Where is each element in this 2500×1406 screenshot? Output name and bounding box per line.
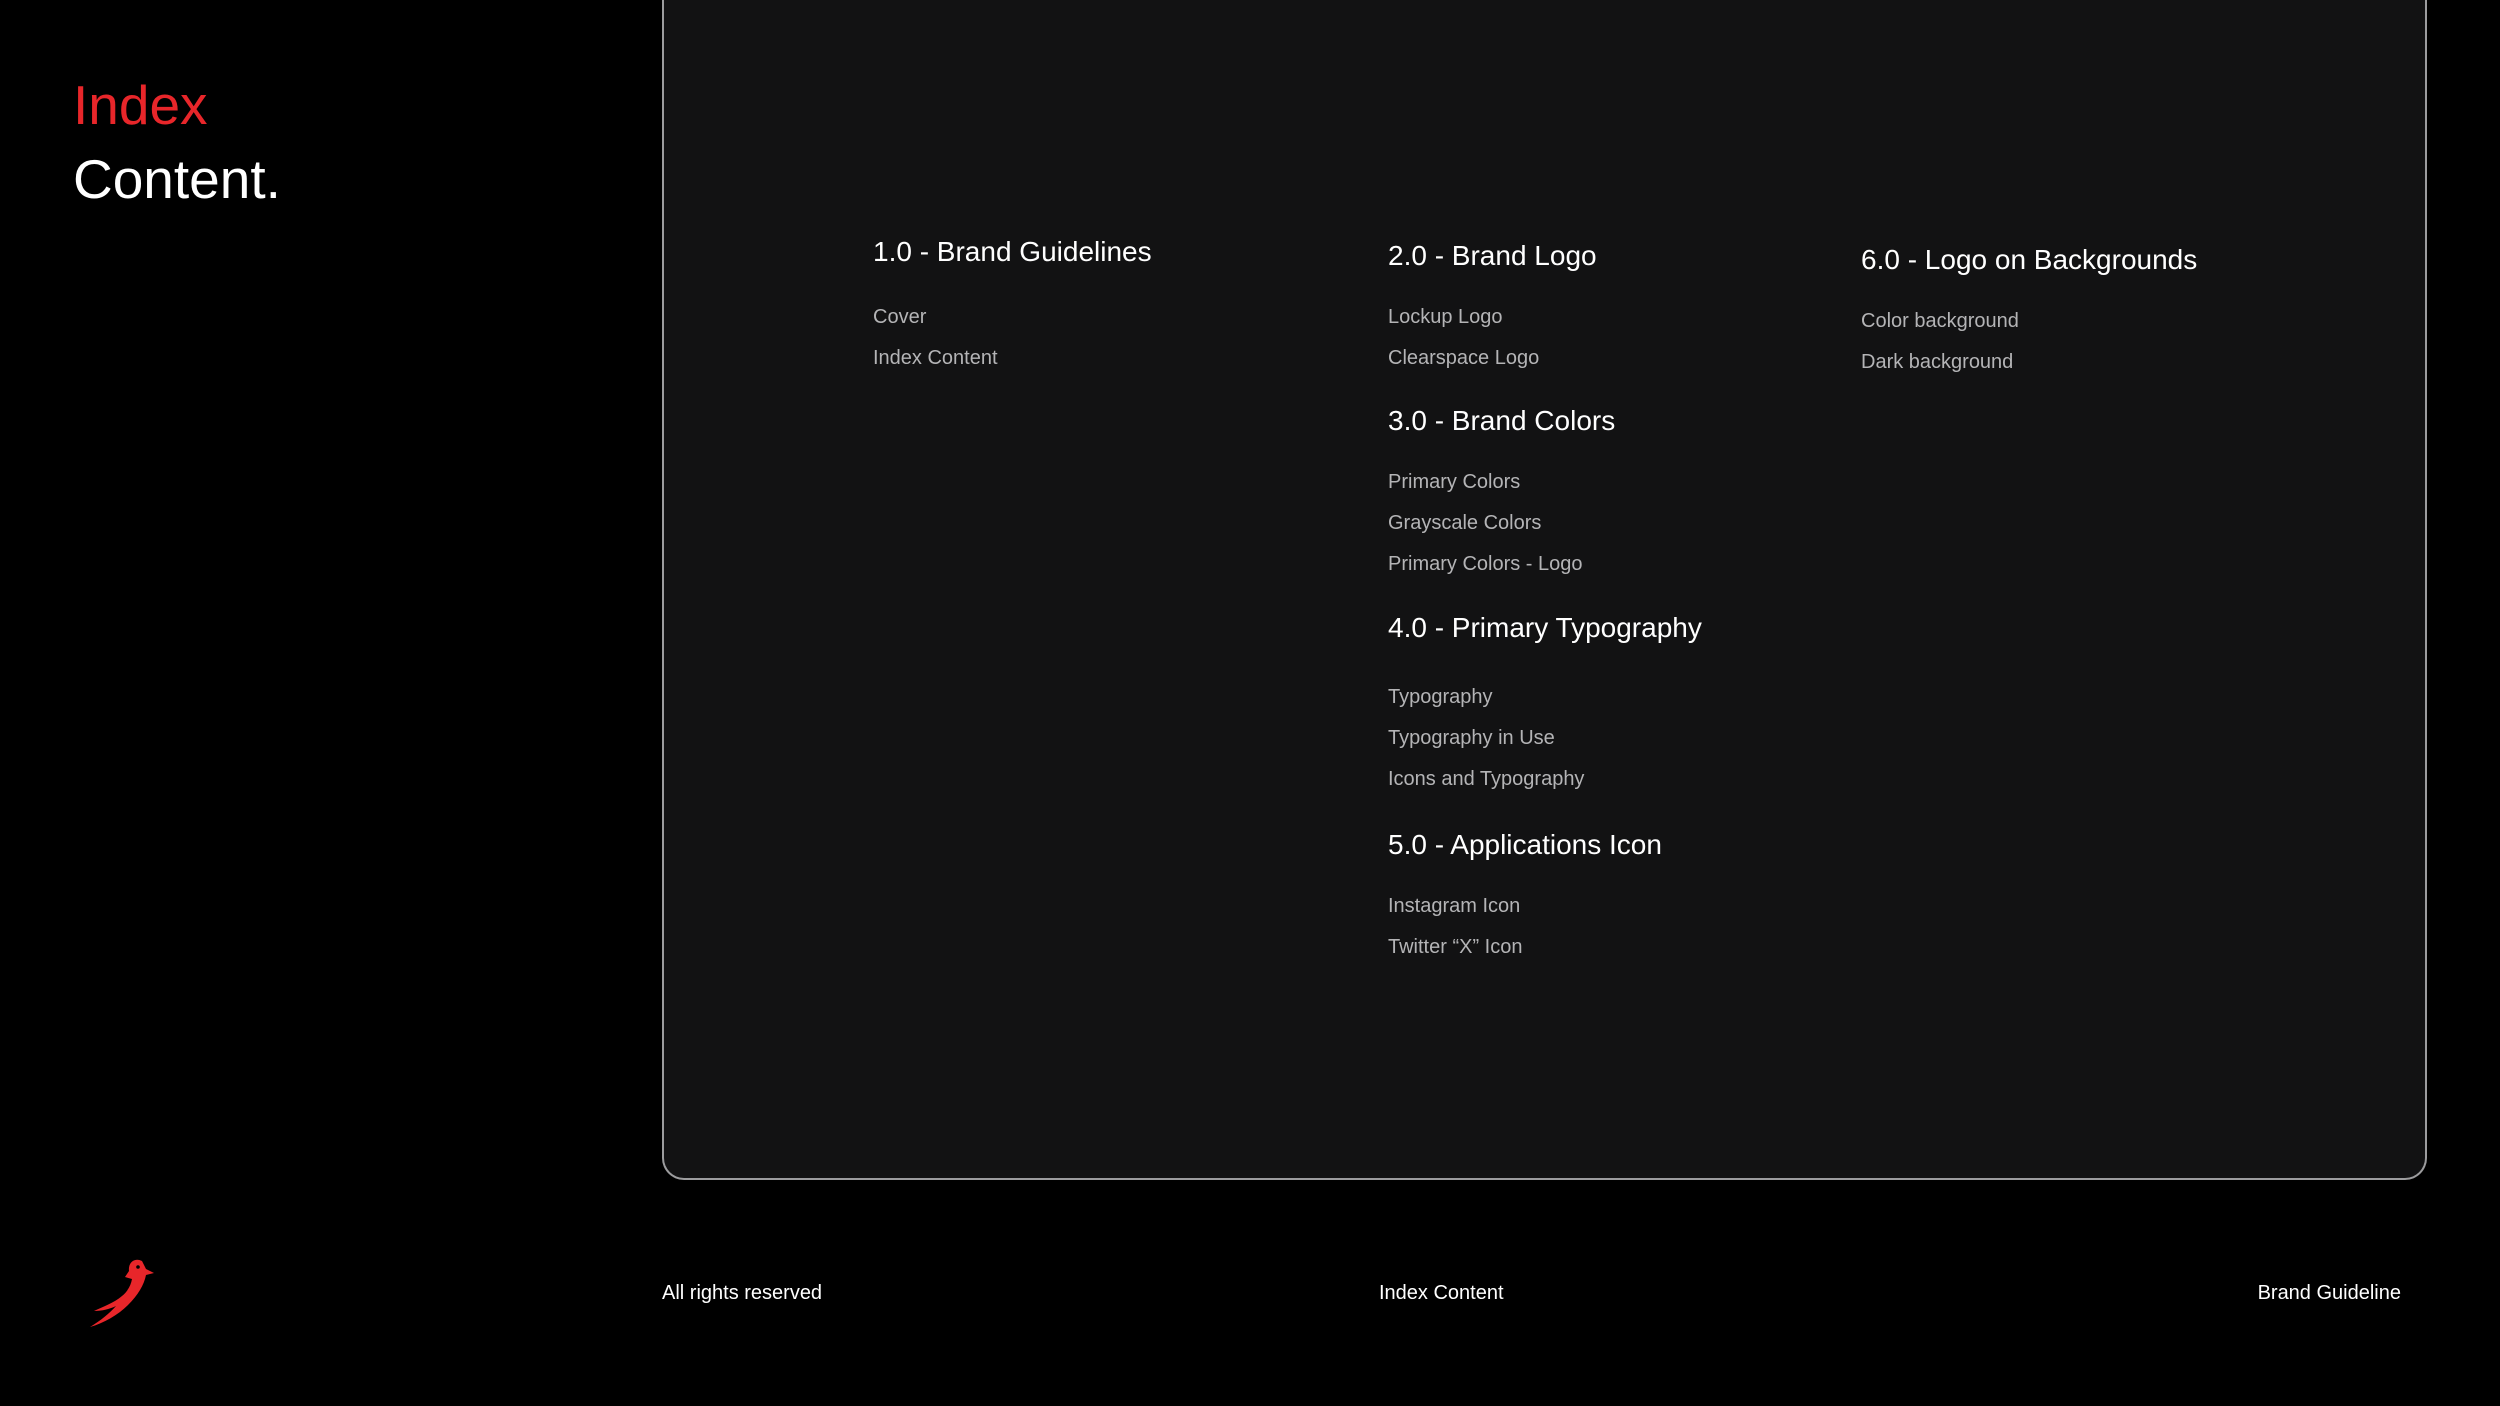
section-brand-colors: 3.0 - Brand Colors Primary Colors Graysc… [1388, 405, 1616, 575]
section-applications-icon: 5.0 - Applications Icon Instagram Icon T… [1388, 829, 1662, 958]
footer-rights: All rights reserved [662, 1282, 823, 1304]
section-item[interactable]: Primary Colors [1388, 471, 1520, 494]
footer-page-title: Index Content [1379, 1282, 1504, 1304]
section-item[interactable]: Grayscale Colors [1388, 512, 1541, 535]
section-title: 4.0 - Primary Typography [1388, 612, 1702, 643]
header-title-main: Content. [73, 148, 281, 210]
section-item[interactable]: Clearspace Logo [1388, 347, 1539, 370]
section-item[interactable]: Icons and Typography [1388, 768, 1584, 791]
section-primary-typography: 4.0 - Primary Typography Typography Typo… [1388, 612, 1702, 790]
section-title: 1.0 - Brand Guidelines [873, 236, 1152, 267]
header-title-accent: Index [73, 74, 208, 136]
index-panel [662, 0, 2427, 1180]
section-title: 5.0 - Applications Icon [1388, 829, 1662, 860]
section-title: 6.0 - Logo on Backgrounds [1861, 244, 2198, 275]
section-item[interactable]: Dark background [1861, 351, 2013, 374]
section-title: 3.0 - Brand Colors [1388, 405, 1616, 436]
section-item[interactable]: Instagram Icon [1388, 895, 1520, 918]
cardinal-bird-icon [90, 1259, 154, 1327]
section-item[interactable]: Twitter “X” Icon [1388, 936, 1522, 959]
section-logo-on-backgrounds: 6.0 - Logo on Backgrounds Color backgrou… [1861, 244, 2198, 373]
section-item[interactable]: Lockup Logo [1388, 306, 1503, 329]
section-brand-logo: 2.0 - Brand Logo Lockup Logo Clearspace … [1388, 240, 1597, 369]
section-title: 2.0 - Brand Logo [1388, 240, 1597, 271]
section-item[interactable]: Index Content [873, 347, 998, 370]
section-item[interactable]: Primary Colors - Logo [1388, 553, 1583, 576]
section-item[interactable]: Typography in Use [1388, 727, 1555, 750]
section-item[interactable]: Cover [873, 306, 926, 329]
section-item[interactable]: Color background [1861, 310, 2019, 333]
section-item[interactable]: Typography [1388, 686, 1493, 709]
footer-doc-title: Brand Guideline [2257, 1282, 2401, 1304]
section-brand-guidelines: 1.0 - Brand Guidelines Cover Index Conte… [873, 236, 1152, 369]
